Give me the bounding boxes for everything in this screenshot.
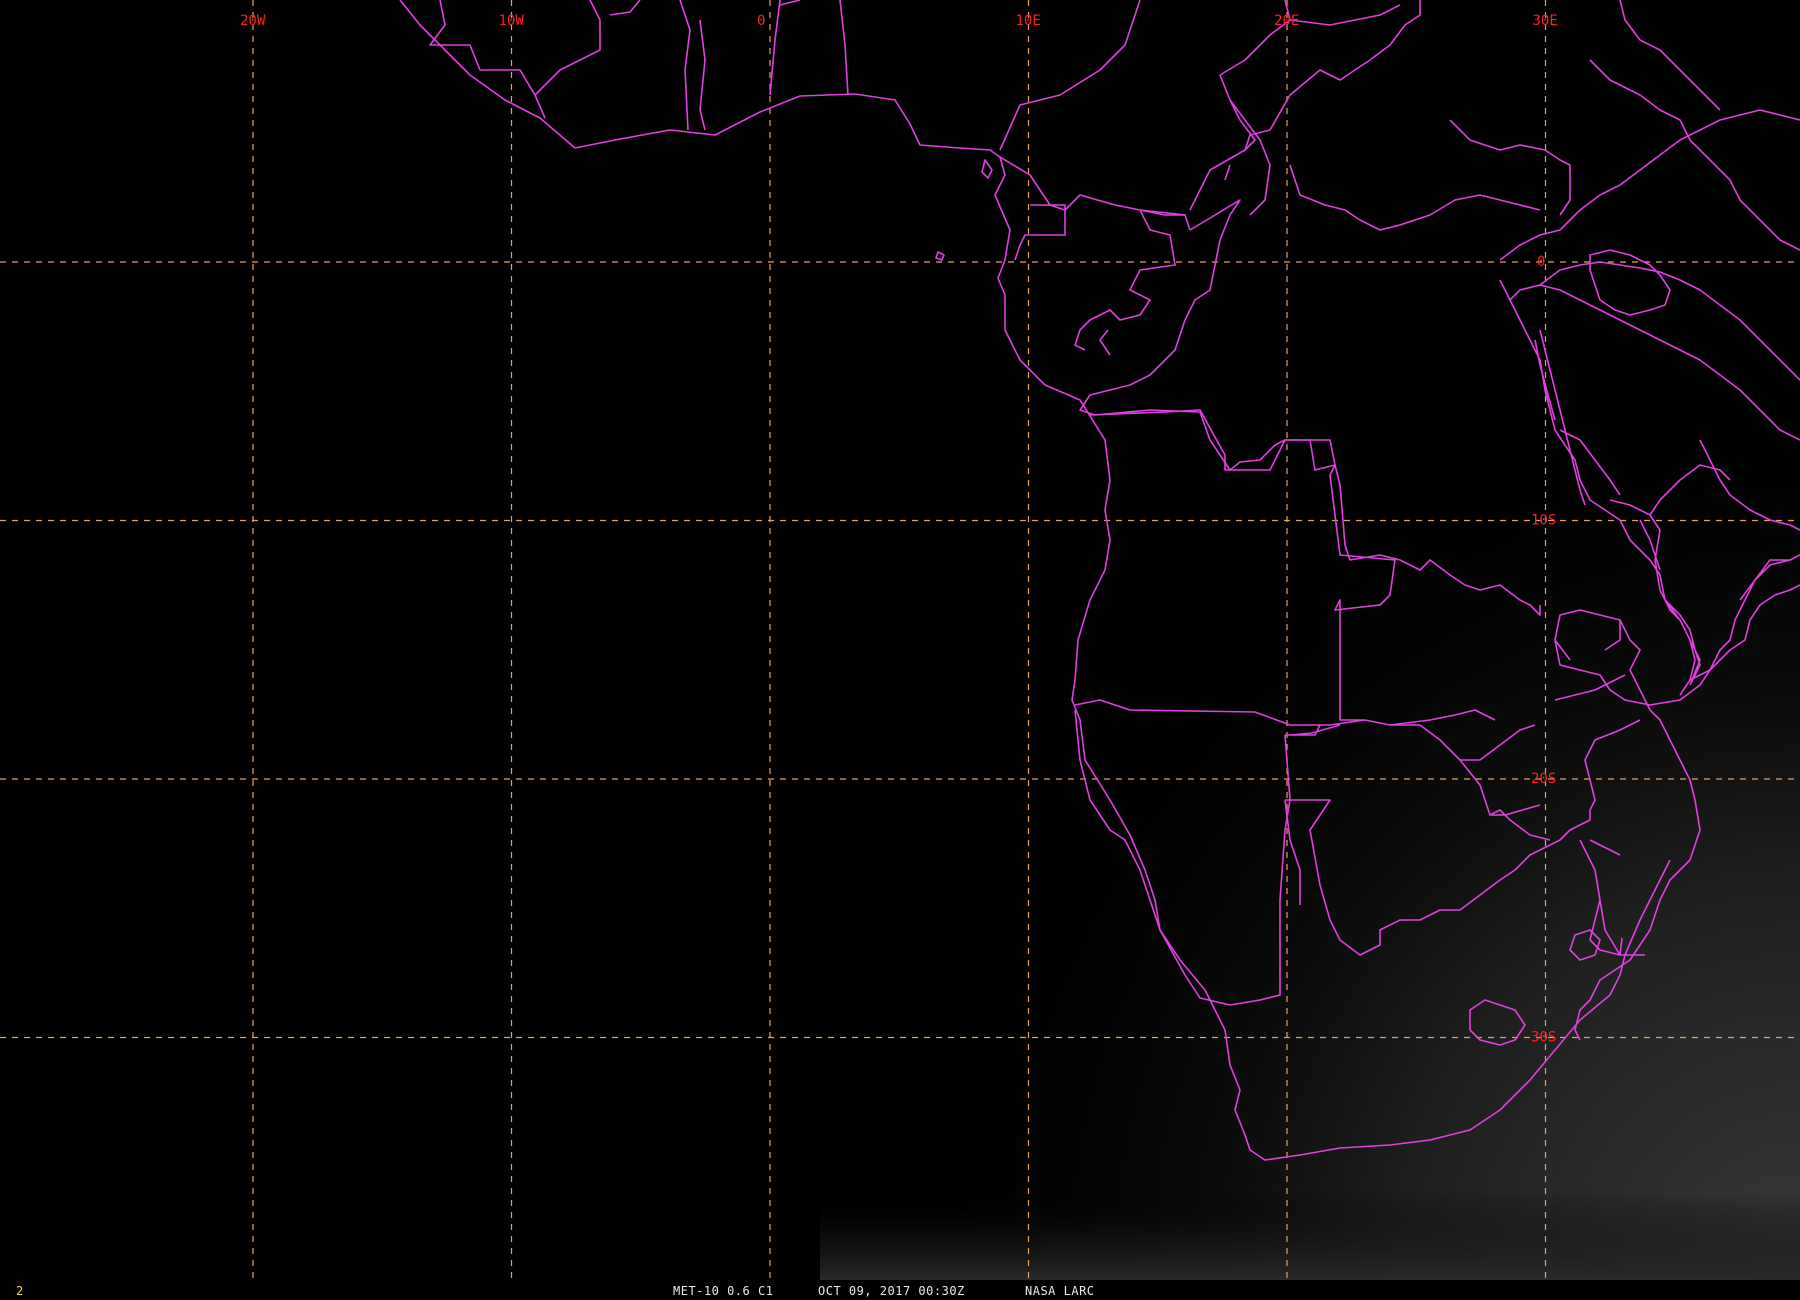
frame-number: 2 — [16, 1284, 24, 1298]
longitude-label: 0 — [757, 13, 765, 29]
status-bar: 2 MET-10 0.6 C1 OCT 09, 2017 00:30Z NASA… — [0, 1282, 1800, 1300]
earth-limb-shading — [820, 1190, 1800, 1280]
map-canvas[interactable]: 20W 10W 0 10E 20E 30E 0 10S 20S 30S — [0, 0, 1800, 1280]
longitude-label: 10E — [1016, 13, 1041, 29]
longitude-label: 20W — [240, 13, 266, 29]
illumination-glow — [0, 0, 1800, 1280]
latitude-label: 10S — [1531, 513, 1556, 529]
latitude-label: 0 — [1537, 254, 1545, 270]
latitude-label: 20S — [1531, 771, 1556, 787]
map-viewer[interactable]: 20W 10W 0 10E 20E 30E 0 10S 20S 30S 2 MET-10 0.6 … — [0, 0, 1800, 1300]
longitude-label: 30E — [1533, 13, 1558, 29]
longitude-label: 10W — [499, 13, 525, 29]
observation-datetime: OCT 09, 2017 00:30Z — [818, 1284, 965, 1298]
longitude-label: 20E — [1274, 13, 1299, 29]
satellite-channel: MET-10 0.6 C1 — [673, 1284, 774, 1298]
latitude-label: 30S — [1531, 1030, 1556, 1046]
data-source: NASA LARC — [1025, 1284, 1095, 1298]
